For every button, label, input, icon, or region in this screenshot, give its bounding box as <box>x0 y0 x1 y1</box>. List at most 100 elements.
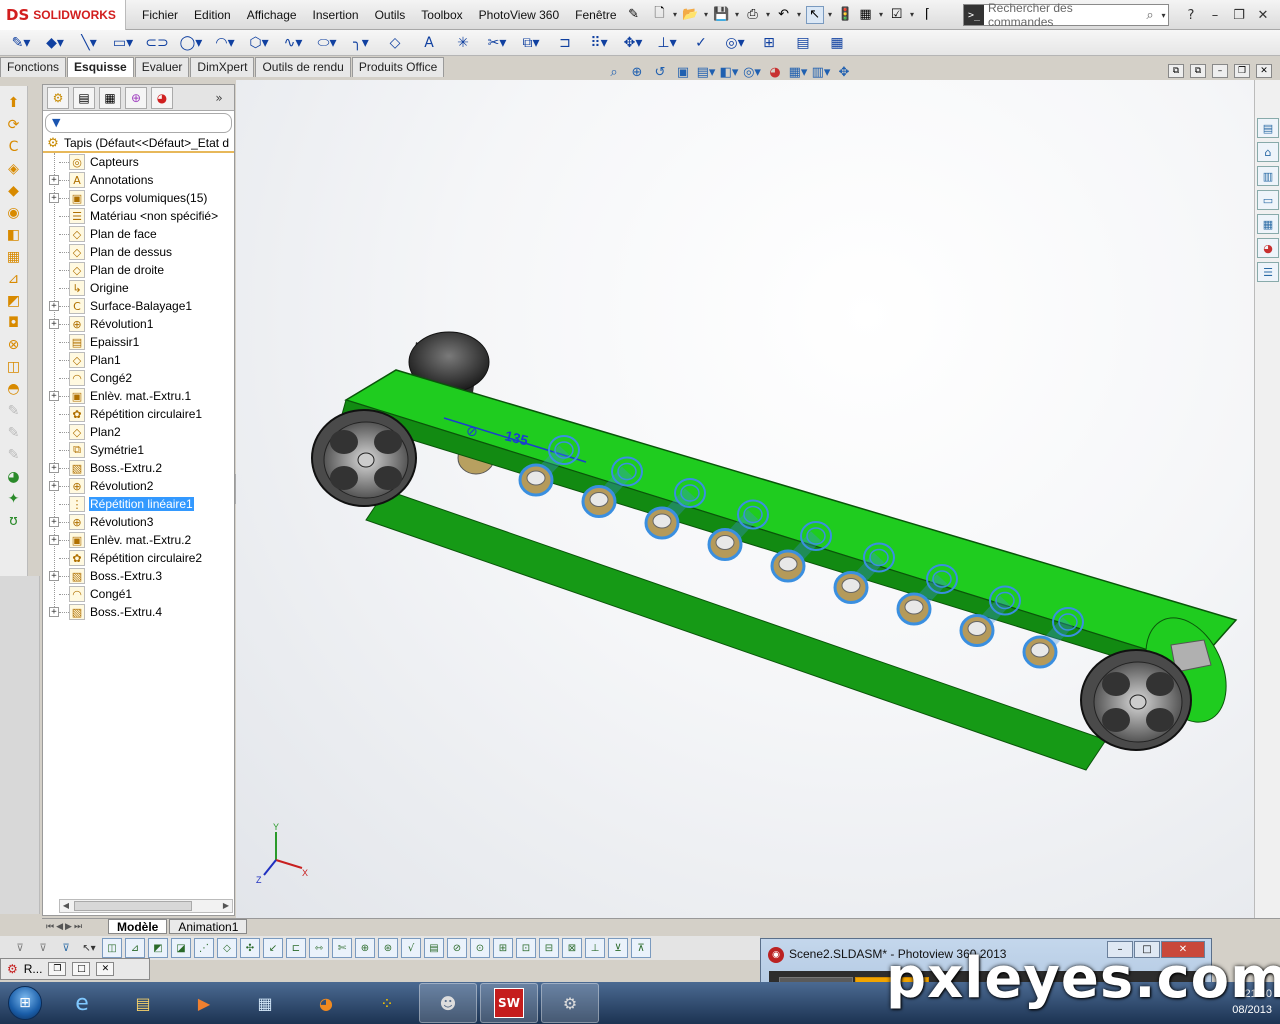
filter-planes-icon[interactable]: ◇ <box>217 938 237 958</box>
tree-node[interactable]: ◇ Plan de dessus <box>43 243 234 261</box>
solidworks-taskbar-icon[interactable]: SW <box>480 983 538 1023</box>
next-icon[interactable]: ▶ <box>65 922 72 932</box>
menu-toolbox[interactable]: Toolbox <box>413 0 470 30</box>
chevron-down-icon[interactable]: ▾ <box>826 6 835 24</box>
convert-entities-icon[interactable]: ⧉▾ <box>516 32 546 54</box>
filter-blocks-icon[interactable]: ⊠ <box>562 938 582 958</box>
previous-view-icon[interactable]: ↺ <box>650 62 670 82</box>
tab-dimxpert[interactable]: DimXpert <box>190 57 255 77</box>
photoview-taskbar-icon[interactable]: ⚙ <box>541 983 599 1023</box>
point-icon[interactable]: ✳ <box>448 32 478 54</box>
tree-node[interactable]: ◇ Plan2 <box>43 423 234 441</box>
draft-icon[interactable]: ◩ <box>4 292 24 310</box>
tree-node[interactable]: + ▣ Enlèv. mat.-Extru.2 <box>43 531 234 549</box>
chevron-down-icon[interactable]: ▾ <box>702 6 711 24</box>
offset-icon[interactable]: ⊐ <box>550 32 580 54</box>
zoom-area-icon[interactable]: ⊕ <box>627 62 647 82</box>
tree-node[interactable]: ✿ Répétition circulaire1 <box>43 405 234 423</box>
tree-node[interactable]: + ▧ Boss.-Extru.3 <box>43 567 234 585</box>
tree-node[interactable]: + ⊕ Révolution1 <box>43 315 234 333</box>
curves-icon[interactable]: ʊ <box>4 512 24 530</box>
shell-icon[interactable]: ◘ <box>4 314 24 332</box>
last-icon[interactable]: ⏭ <box>74 922 82 932</box>
filter-vertices-icon[interactable]: ◫ <box>102 938 122 958</box>
quick-snaps-icon[interactable]: ◎▾ <box>720 32 750 54</box>
tree-node[interactable]: ▤ Epaissir1 <box>43 333 234 351</box>
menu-outils[interactable]: Outils <box>367 0 414 30</box>
ellipse-icon[interactable]: ⬭▾ <box>312 32 342 54</box>
filter-surface-finish-icon[interactable]: √ <box>401 938 421 958</box>
polygon-icon[interactable]: ⬡▾ <box>244 32 274 54</box>
expand-icon[interactable]: + <box>49 463 59 473</box>
filter-datum-target-icon[interactable]: ⊡ <box>516 938 536 958</box>
arc-icon[interactable]: ◠▾ <box>210 32 240 54</box>
tree-node[interactable]: + ⊕ Révolution2 <box>43 477 234 495</box>
close-icon[interactable]: ✕ <box>1252 5 1274 25</box>
calculator-icon[interactable]: ▦ <box>236 983 294 1023</box>
spline-icon[interactable]: ∿▾ <box>278 32 308 54</box>
hide-show-icon[interactable]: ◎▾ <box>742 62 762 82</box>
gimp-icon[interactable]: ☻ <box>419 983 477 1023</box>
display-manager-tab-icon[interactable]: ◕ <box>151 86 173 109</box>
tree-node[interactable]: ✿ Répétition circulaire2 <box>43 549 234 567</box>
pattern-icon[interactable]: ▦ <box>4 248 24 266</box>
expand-icon[interactable]: + <box>49 517 59 527</box>
shaded-sketch-icon[interactable]: ▤ <box>788 32 818 54</box>
chevron-down-icon[interactable]: ▾ <box>877 6 886 24</box>
sketch-icon[interactable]: ✎▾ <box>6 32 36 54</box>
tree-node[interactable]: ⧉ Symétrie1 <box>43 441 234 459</box>
scroll-left-icon[interactable]: ◀ <box>60 900 72 912</box>
menu-affichage[interactable]: Affichage <box>239 0 305 30</box>
viewport-minimize-icon[interactable]: – <box>1212 64 1228 78</box>
file-properties-icon[interactable]: ▦ <box>857 6 875 24</box>
resources-icon[interactable]: ▤ <box>1257 118 1279 138</box>
filter-connection-icon[interactable]: ⊥ <box>585 938 605 958</box>
open-folder-icon[interactable]: 📂 <box>682 6 700 24</box>
tree-root[interactable]: ⚙ Tapis (Défaut<<Défaut>_Etat d <box>43 135 234 153</box>
zoom-to-fit-icon[interactable]: ⌕ <box>604 62 624 82</box>
repair-sketch-icon[interactable]: ✓ <box>686 32 716 54</box>
filter-datums-icon[interactable]: ⊕ <box>355 938 375 958</box>
instant2d-icon[interactable]: ⊞ <box>754 32 784 54</box>
tab-fonctions[interactable]: Fonctions <box>0 57 67 77</box>
tree-node[interactable]: + C Surface-Balayage1 <box>43 297 234 315</box>
rib-icon[interactable]: ⊿ <box>4 270 24 288</box>
toolbar-more-icon[interactable]: ⌈ <box>919 6 937 24</box>
tree-node[interactable]: ◇ Plan de face <box>43 225 234 243</box>
tab-esquisse[interactable]: Esquisse <box>67 57 134 77</box>
tree-node[interactable]: ☰ Matériau <non spécifié> <box>43 207 234 225</box>
fillet-sketch-icon[interactable]: ╮▾ <box>346 32 376 54</box>
sweep-icon[interactable]: C <box>4 138 24 156</box>
tab-outils-rendu[interactable]: Outils de rendu <box>255 57 351 77</box>
extrude-icon[interactable]: ⬆ <box>4 94 24 112</box>
filter-axes-icon[interactable]: ⋰ <box>194 938 214 958</box>
custom-properties-icon[interactable]: ☰ <box>1257 262 1279 282</box>
expand-icon[interactable]: + <box>49 391 59 401</box>
home-icon[interactable]: ⌂ <box>1257 142 1279 162</box>
slot-icon[interactable]: ⊂⊃ <box>142 32 172 54</box>
reference-geometry-icon[interactable]: ✦ <box>4 490 24 508</box>
minimized-document[interactable]: ⚙ R... ❐ □ ✕ <box>0 958 150 980</box>
search-icon[interactable]: ⌕ <box>1141 6 1159 24</box>
help-icon[interactable]: ? <box>1180 5 1202 25</box>
tree-node[interactable]: + A Annotations <box>43 171 234 189</box>
tree-node[interactable]: ◇ Plan de droite <box>43 261 234 279</box>
feature-tree-tab-icon[interactable]: ⚙ <box>47 86 69 109</box>
dimxpert-manager-tab-icon[interactable]: ⊕ <box>125 86 147 109</box>
filter-toggle-icon[interactable]: ⊽ <box>10 938 30 958</box>
cascade-icon[interactable]: ⧉ <box>1190 64 1206 78</box>
tree-node[interactable]: ◠ Congé1 <box>43 585 234 603</box>
filter-balloon-icon[interactable]: ⊘ <box>447 938 467 958</box>
expand-icon[interactable]: + <box>49 481 59 491</box>
minimize-icon[interactable]: – <box>1204 5 1226 25</box>
filter-points-icon[interactable]: ✣ <box>240 938 260 958</box>
tree-node[interactable]: ◠ Congé2 <box>43 369 234 387</box>
close-icon[interactable]: ✕ <box>96 962 115 976</box>
filter-center-mark-icon[interactable]: ⊟ <box>539 938 559 958</box>
tile-icon[interactable]: ⧉ <box>1168 64 1184 78</box>
expand-icon[interactable]: + <box>49 571 59 581</box>
move-view-icon[interactable]: ✥ <box>834 62 854 82</box>
sketch-pattern-icon[interactable]: ⠿▾ <box>584 32 614 54</box>
filter-hole-icon[interactable]: ⊙ <box>470 938 490 958</box>
prev-icon[interactable]: ◀ <box>56 922 63 932</box>
